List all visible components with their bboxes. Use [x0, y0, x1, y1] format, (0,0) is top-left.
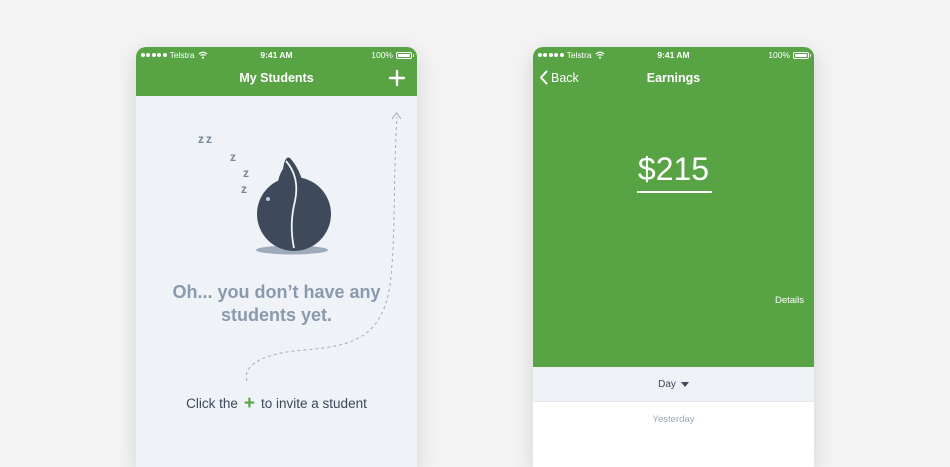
earnings-summary-panel	[533, 96, 814, 367]
battery-percent: 100%	[768, 50, 790, 60]
invite-prefix: Click the	[186, 396, 238, 411]
status-bar: Telstra 9:41 AM 100%	[533, 47, 814, 64]
invite-hint: Click the + to invite a student	[136, 394, 417, 413]
caret-down-icon	[680, 381, 689, 387]
battery-icon	[793, 51, 811, 59]
invite-suffix: to invite a student	[261, 396, 367, 411]
period-selector[interactable]: Day	[533, 367, 814, 401]
section-label-yesterday: Yesterday	[652, 414, 695, 425]
guide-arrow-icon	[391, 112, 402, 120]
sleep-z: z	[198, 132, 204, 146]
sleeping-mascot-icon	[257, 157, 331, 251]
earnings-amount: $215	[637, 151, 710, 187]
details-link[interactable]: Details	[775, 295, 804, 306]
empty-state-line-1: Oh... you don’t have any	[172, 282, 381, 302]
empty-state-message: Oh... you don’t have any students yet.	[136, 281, 417, 327]
empty-state-line-2: students yet.	[220, 305, 333, 325]
period-selected-label: Day	[658, 378, 676, 390]
navigation-bar: Telstra 9:41 AM 100% Back Earnings	[533, 47, 814, 96]
sleep-z: z	[243, 166, 249, 180]
sleep-z: z	[206, 132, 212, 146]
earnings-screen: Telstra 9:41 AM 100% Back Earnings $215 …	[533, 47, 814, 467]
invite-plus-icon[interactable]: +	[244, 394, 255, 413]
page-title: Earnings	[646, 71, 701, 85]
sleep-z: z	[241, 182, 247, 196]
students-screen: Telstra 9:41 AM 100% My Students z z z z…	[136, 47, 417, 467]
amount-underline	[637, 191, 712, 193]
divider	[533, 401, 814, 402]
sleep-z: z	[230, 150, 236, 164]
